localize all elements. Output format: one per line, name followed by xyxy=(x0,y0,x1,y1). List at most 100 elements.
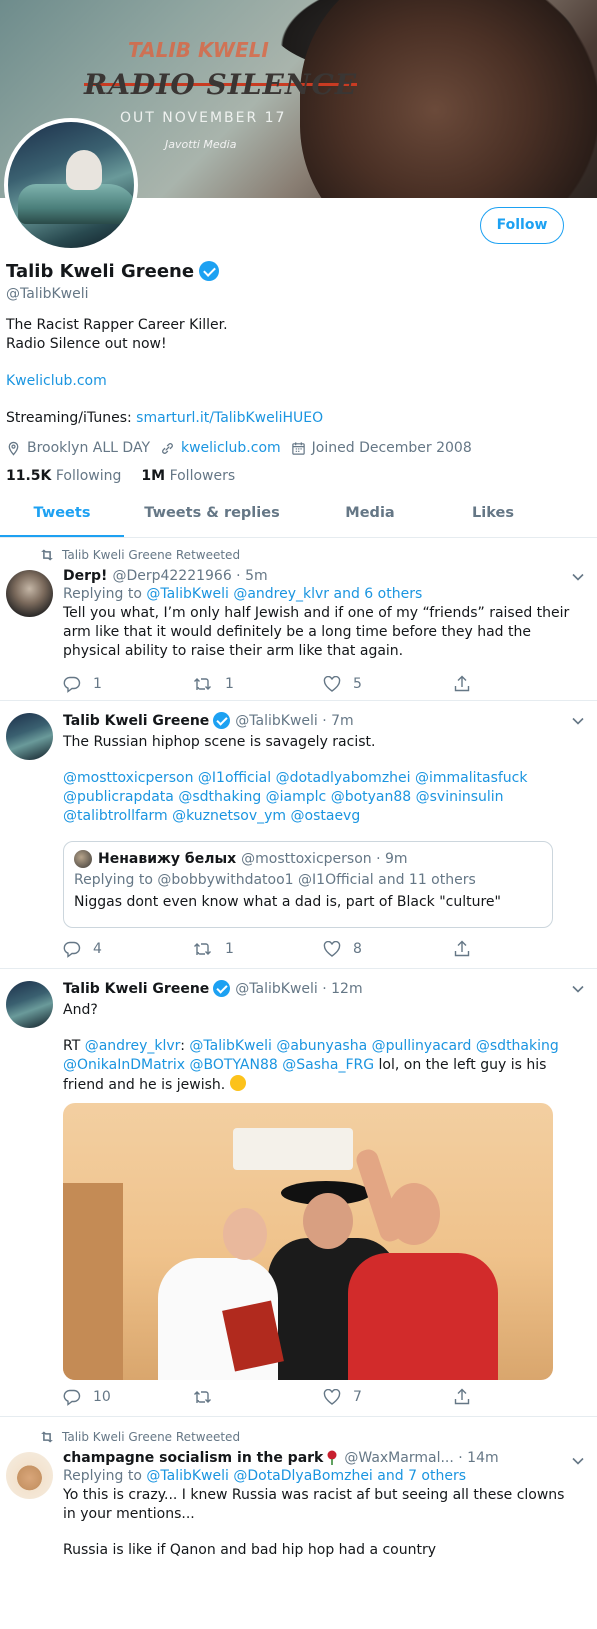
profile-info: Talib Kweli Greene @TalibKweli The Racis… xyxy=(6,258,591,485)
retweet-button[interactable] xyxy=(193,1388,323,1406)
tweet-handle-time[interactable]: @TalibKweli · 12m xyxy=(235,981,362,997)
avatar-person xyxy=(66,150,102,190)
banner-album-title: RADIO SILENCE xyxy=(84,68,358,101)
quoted-handle-time: @mosttoxicperson · 9m xyxy=(241,851,408,867)
banner-graffiti: TALIB KWELI xyxy=(128,38,269,62)
profile-url-link[interactable]: kweliclub.com xyxy=(181,440,281,456)
like-button[interactable]: 5 xyxy=(323,675,453,693)
profile-tabs: Tweets Tweets & replies Media Likes xyxy=(0,490,597,538)
share-button[interactable] xyxy=(453,675,583,693)
quoted-author-name: Ненавижу белых xyxy=(98,851,237,867)
profile-location: Brooklyn ALL DAY xyxy=(27,440,150,456)
tweet-text: Yo this is crazy... I knew Russia was ra… xyxy=(63,1487,565,1522)
reply-button[interactable]: 10 xyxy=(63,1388,193,1406)
rt-colon: : xyxy=(180,1038,190,1054)
quoted-avatar xyxy=(74,850,92,868)
rose-emoji-icon xyxy=(327,1450,337,1465)
tweet-author-name[interactable]: Derp! xyxy=(63,568,107,584)
following-count-link[interactable]: 11.5K Following xyxy=(6,468,121,484)
replying-to: Replying to @TalibKweli @DotaDlyaBomzhei… xyxy=(63,1468,578,1484)
tweet-avatar[interactable] xyxy=(6,1452,53,1499)
retweet-label: Talib Kweli Greene Retweeted xyxy=(62,1430,241,1444)
like-count: 5 xyxy=(353,676,362,692)
tweet-avatar[interactable] xyxy=(6,981,53,1028)
profile-handle: @TalibKweli xyxy=(6,286,89,302)
rt-author-link[interactable]: @andrey_klvr xyxy=(85,1038,180,1054)
tweet-text: Russia is like if Qanon and bad hip hop … xyxy=(63,1542,437,1558)
followers-count: 1M xyxy=(141,468,166,484)
location-icon xyxy=(8,441,19,456)
reply-icon xyxy=(63,676,81,693)
bio-website-link[interactable]: Kweliclub.com xyxy=(6,372,591,391)
verified-badge-icon xyxy=(199,261,220,281)
share-button[interactable] xyxy=(453,1388,583,1406)
replying-prefix: Replying to xyxy=(63,1468,147,1484)
quoted-text: Niggas dont even know what a dad is, par… xyxy=(74,894,501,910)
quoted-tweet[interactable]: Ненавижу белых @mosttoxicperson · 9m Rep… xyxy=(63,841,553,928)
profile-meta: Brooklyn ALL DAY kweliclub.com Joined De… xyxy=(6,440,591,456)
tweet-photo[interactable] xyxy=(63,1103,553,1380)
retweet-small-icon xyxy=(41,1431,53,1443)
retweet-small-icon xyxy=(41,549,53,561)
replying-to-links[interactable]: @TalibKweli @andrey_klvr and 6 others xyxy=(146,586,422,602)
replying-to: Replying to @TalibKweli @andrey_klvr and… xyxy=(63,586,578,602)
quoted-replying-to: Replying to @bobbywithdatoo1 @I1Official… xyxy=(74,872,476,888)
tweet-avatar[interactable] xyxy=(6,713,53,760)
banner-label-logo: Javotti Media xyxy=(165,138,237,151)
retweet-label: Talib Kweli Greene Retweeted xyxy=(62,548,241,562)
reply-button[interactable]: 1 xyxy=(63,675,193,693)
tab-tweets-and-replies[interactable]: Tweets & replies xyxy=(124,490,300,537)
follow-button[interactable]: Follow xyxy=(480,207,564,244)
like-button[interactable]: 7 xyxy=(323,1388,453,1406)
tweet-handle-time[interactable]: @WaxMarmal... · 14m xyxy=(344,1450,498,1466)
tweet-handle-time[interactable]: @TalibKweli · 7m xyxy=(235,713,353,729)
tweet-handle-time[interactable]: @Derp42221966 · 5m xyxy=(112,568,267,584)
tweet[interactable]: Talib Kweli Greene @TalibKweli · 12m And… xyxy=(0,970,597,1417)
profile-joined: Joined December 2008 xyxy=(311,440,472,456)
like-count: 8 xyxy=(353,941,362,957)
tweet-author-name[interactable]: Talib Kweli Greene xyxy=(63,981,209,997)
tweet[interactable]: Talib Kweli Greene @TalibKweli · 7m The … xyxy=(0,702,597,969)
tweet-author-name[interactable]: champagne socialism in the park xyxy=(63,1450,323,1466)
followers-count-link[interactable]: 1M Followers xyxy=(141,468,235,484)
replying-to-links[interactable]: @TalibKweli @DotaDlyaBomzhei and 7 other… xyxy=(146,1468,466,1484)
reply-button[interactable]: 4 xyxy=(63,940,193,958)
share-icon xyxy=(454,940,470,957)
tweet-author-name[interactable]: Talib Kweli Greene xyxy=(63,713,209,729)
retweet-icon xyxy=(194,943,211,955)
tweet[interactable]: Talib Kweli Greene Retweeted Derp! @Derp… xyxy=(0,538,597,701)
retweet-icon xyxy=(194,1391,211,1403)
retweet-count: 1 xyxy=(225,941,234,957)
share-button[interactable] xyxy=(453,940,583,958)
replying-prefix: Replying to xyxy=(63,586,147,602)
streaming-link[interactable]: smarturl.it/TalibKweliHUEO xyxy=(136,410,323,426)
heart-icon xyxy=(323,1389,341,1405)
rt-prefix: RT xyxy=(63,1038,85,1054)
profile-counts: 11.5K Following 1M Followers xyxy=(6,468,591,484)
tweet-quoted-rt: RT @andrey_klvr: @TalibKweli @abunyasha … xyxy=(63,1037,578,1095)
reply-count: 10 xyxy=(93,1389,111,1405)
profile-avatar[interactable] xyxy=(4,118,138,252)
retweet-button[interactable]: 1 xyxy=(193,940,323,958)
tweet-avatar[interactable] xyxy=(6,570,53,617)
retweet-button[interactable]: 1 xyxy=(193,675,323,693)
tweet-text: Tell you what, I’m only half Jewish and … xyxy=(63,605,570,659)
tweet[interactable]: Talib Kweli Greene Retweeted champagne s… xyxy=(0,1418,597,1629)
bio-line: The Racist Rapper Career Killer. xyxy=(6,317,228,333)
profile-bio: The Racist Rapper Career Killer. Radio S… xyxy=(6,316,591,428)
retweet-count: 1 xyxy=(225,676,234,692)
bio-line: Radio Silence out now! xyxy=(6,336,167,352)
tweet-mentions[interactable]: @mosttoxicperson @I1official @dotadlyabo… xyxy=(63,769,578,826)
tab-media[interactable]: Media xyxy=(300,490,440,537)
streaming-label: Streaming/iTunes: xyxy=(6,410,137,426)
tweet-actions: 4 1 8 xyxy=(63,940,583,958)
verified-badge-icon xyxy=(213,712,231,729)
photo-person-right xyxy=(348,1253,498,1380)
like-button[interactable]: 8 xyxy=(323,940,453,958)
reply-icon xyxy=(63,941,81,958)
tab-likes[interactable]: Likes xyxy=(440,490,546,537)
tweet-actions: 10 7 xyxy=(63,1388,583,1406)
tab-tweets[interactable]: Tweets xyxy=(0,490,124,537)
laughing-emoji-icon xyxy=(229,1075,246,1091)
retweet-indicator: Talib Kweli Greene Retweeted xyxy=(40,1430,240,1444)
